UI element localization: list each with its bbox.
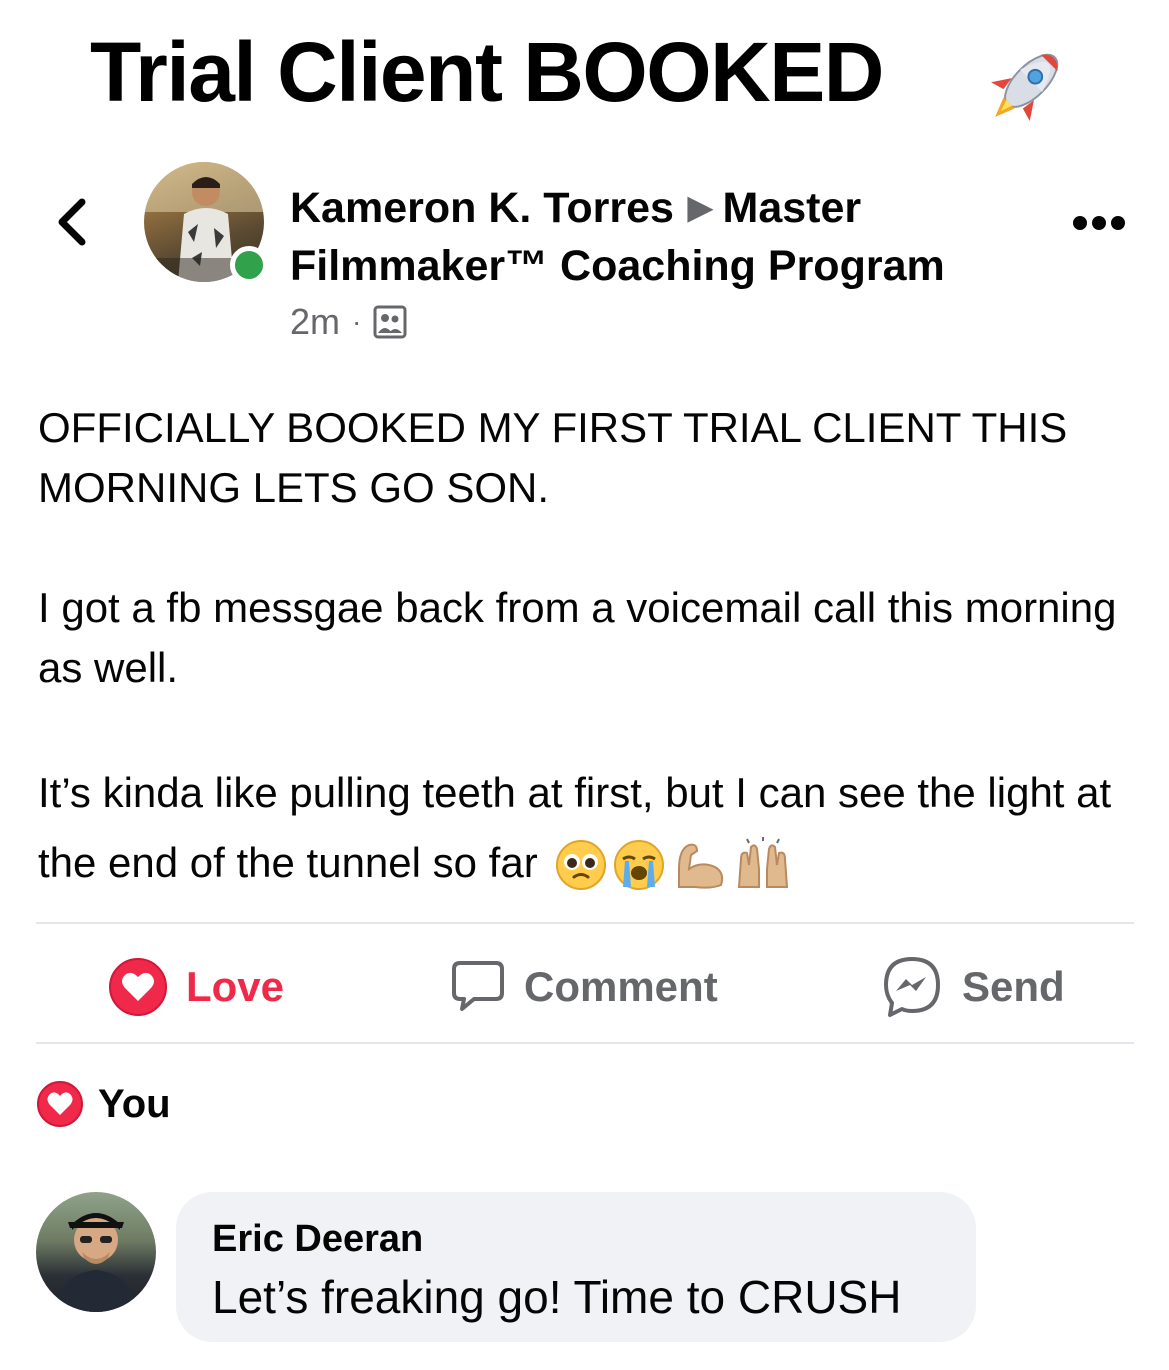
love-reaction-icon xyxy=(37,1081,83,1127)
banner: Trial Client BOOKED xyxy=(0,0,1169,122)
online-status-dot xyxy=(230,246,268,284)
loudly-crying-face-icon xyxy=(614,840,665,890)
author-name[interactable]: Kameron K. Torres xyxy=(290,184,674,232)
pleading-face-icon xyxy=(556,840,607,890)
flexed-biceps-icon xyxy=(678,843,724,889)
love-reaction-icon xyxy=(109,958,167,1016)
post-time[interactable]: 2m xyxy=(290,300,340,344)
post-header: Kameron K. Torres ▶ Master Filmmaker™ Coac… xyxy=(290,178,1010,295)
messenger-icon xyxy=(884,957,940,1017)
group-audience-icon xyxy=(373,305,407,339)
meta-separator: · xyxy=(352,306,362,337)
commenter-avatar[interactable] xyxy=(36,1192,156,1312)
divider-top xyxy=(36,922,1134,924)
comment-bubble[interactable]: Eric Deeran Let’s freaking go! Time to C… xyxy=(176,1192,976,1342)
love-button[interactable]: Love xyxy=(108,952,284,1022)
post-meta: 2m · xyxy=(290,300,407,344)
author-avatar[interactable] xyxy=(144,162,268,286)
banner-title: Trial Client BOOKED xyxy=(90,25,884,119)
rocket-icon xyxy=(991,53,1059,121)
reaction-summary[interactable]: You xyxy=(36,1080,171,1128)
comment-author[interactable]: Eric Deeran xyxy=(212,1218,423,1261)
comment-bubble-icon xyxy=(452,961,504,1011)
reaction-label: You xyxy=(98,1081,171,1126)
send-label: Send xyxy=(962,963,1065,1010)
post-body: OFFICIALLY BOOKED MY FIRST TRIAL CLIENT … xyxy=(38,398,1138,958)
more-options-icon[interactable] xyxy=(1072,212,1126,234)
divider-bottom xyxy=(36,1042,1134,1044)
raising-hands-icon xyxy=(738,837,789,888)
post-paragraph: I got a fb messgae back from a voicemail… xyxy=(38,584,1117,691)
comment-button[interactable]: Comment xyxy=(450,952,718,1022)
send-button[interactable]: Send xyxy=(880,952,1065,1022)
comment-label: Comment xyxy=(524,963,718,1010)
post-paragraph-last: It’s kinda like pulling teeth at first, … xyxy=(38,758,1138,898)
right-triangle-icon: ▶ xyxy=(687,189,713,225)
comment-text: Let’s freaking go! Time to CRUSH xyxy=(212,1271,902,1323)
back-arrow-icon[interactable] xyxy=(48,192,94,252)
love-label: Love xyxy=(186,963,285,1010)
post-paragraph: OFFICIALLY BOOKED MY FIRST TRIAL CLIENT … xyxy=(38,404,1068,511)
